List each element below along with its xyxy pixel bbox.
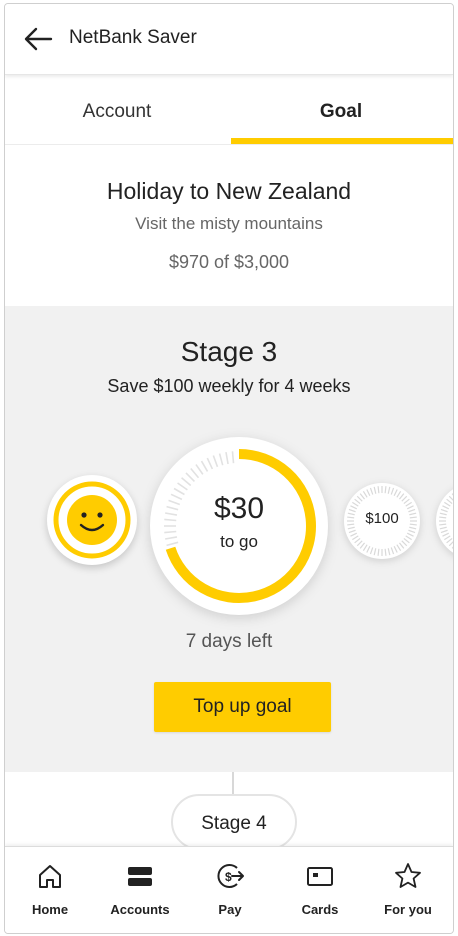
- svg-text:$: $: [225, 870, 232, 884]
- nav-pay-label: Pay: [218, 902, 242, 917]
- goal-subtitle: Visit the misty mountains: [135, 214, 323, 233]
- stage-title: Stage 3: [180, 336, 278, 367]
- tab-goal[interactable]: Goal: [229, 80, 453, 144]
- nav-for-you-label: For you: [384, 902, 432, 917]
- ring-tick: [439, 516, 447, 519]
- accounts-icon: [128, 867, 152, 886]
- ring-tick: [439, 523, 447, 526]
- ring-tick: [384, 486, 387, 494]
- ring-tick: [231, 451, 235, 464]
- later-week-ring-graphic: [436, 489, 453, 553]
- pay-icon: $: [217, 864, 244, 888]
- goal-title: Holiday to New Zealand: [106, 178, 352, 204]
- next-week-amount: $100: [365, 510, 399, 527]
- cards-icon: [307, 867, 333, 886]
- current-stage-progress-ring[interactable]: $30 to go: [149, 436, 329, 616]
- top-app-bar: NetBank Saver: [5, 4, 453, 75]
- next-week-circle[interactable]: $100: [343, 482, 421, 560]
- nav-pay[interactable]: $ Pay: [185, 847, 275, 933]
- app-frame: NetBank Saver Account Goal Holiday to Ne…: [4, 3, 454, 934]
- nav-cards-label: Cards: [301, 902, 339, 917]
- tab-bar: Account Goal: [5, 80, 453, 145]
- home-icon: [39, 865, 61, 888]
- current-stage-panel: Stage 3 Save $100 weekly for 4 weeks $30…: [5, 306, 453, 772]
- ring-tick: [384, 548, 387, 556]
- nav-home[interactable]: Home: [5, 847, 95, 933]
- progress-ring-graphic: [150, 437, 328, 615]
- stage-connector-line: [232, 772, 234, 796]
- nav-for-you[interactable]: For you: [363, 847, 453, 933]
- ring-tick: [377, 548, 380, 556]
- nav-accounts[interactable]: Accounts: [95, 847, 185, 933]
- nav-cards[interactable]: Cards: [275, 847, 365, 933]
- amount-to-go-caption: to go: [220, 532, 258, 551]
- ring-tick: [377, 486, 380, 494]
- smiley-icon: [53, 481, 131, 559]
- nav-accounts-label: Accounts: [110, 902, 170, 917]
- page-title: NetBank Saver: [69, 27, 197, 48]
- star-icon: [395, 863, 421, 888]
- nav-home-label: Home: [31, 902, 69, 917]
- stage-subtitle: Save $100 weekly for 4 weeks: [107, 376, 351, 396]
- top-up-goal-button[interactable]: Top up goal: [154, 682, 331, 732]
- days-left: 7 days left: [185, 631, 273, 652]
- next-stage-pill[interactable]: Stage 4: [171, 794, 297, 850]
- bottom-navigation: Home Accounts $ Pay Cards For you: [5, 846, 453, 933]
- amount-to-go: $30: [213, 492, 265, 525]
- tab-account[interactable]: Account: [5, 80, 229, 144]
- goal-summary: Holiday to New Zealand Visit the misty m…: [5, 144, 453, 306]
- back-arrow-icon[interactable]: [23, 26, 53, 52]
- later-week-circle[interactable]: [435, 482, 453, 560]
- goal-progress-amount: $970 of $3,000: [168, 252, 290, 272]
- completed-stage-badge[interactable]: [47, 475, 137, 565]
